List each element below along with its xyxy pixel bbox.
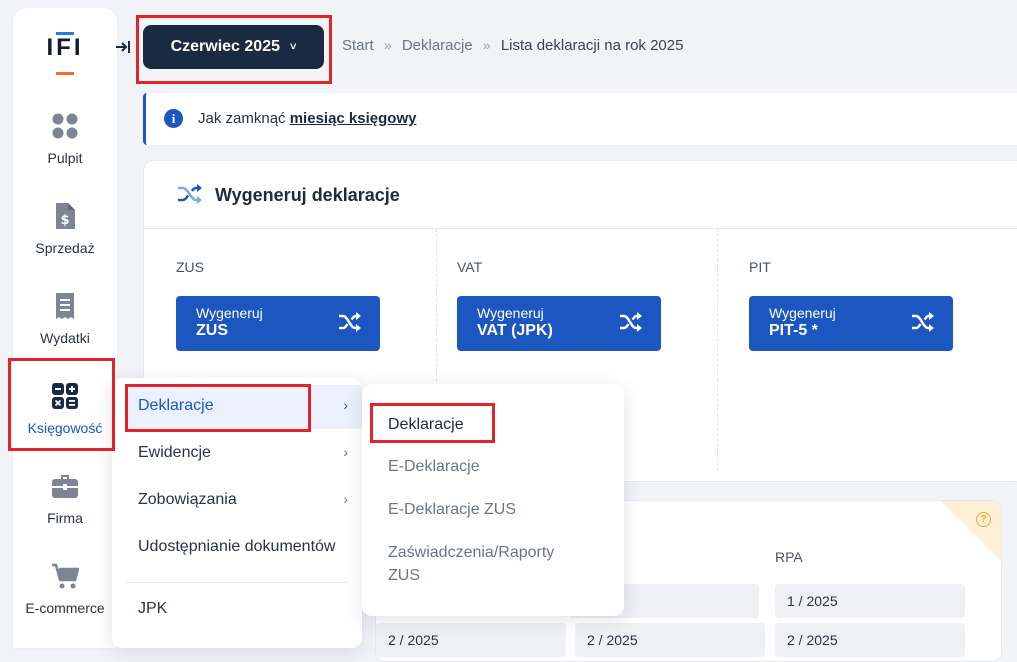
info-link[interactable]: miesiąc księgowy [290,110,417,127]
table-cell[interactable]: 2 / 2025 [775,623,965,657]
menu-item-label: Ewidencje [138,444,211,461]
chevron-right-icon: › [343,444,348,460]
sidebar-item-label: Księgowość [27,420,103,436]
accounting-menu: Deklaracje › Ewidencje › Zobowiązania › … [112,378,362,648]
submenu-item-e-deklaracje[interactable]: E-Deklaracje [388,455,480,478]
menu-divider [126,582,348,583]
sidebar-item-label: E-commerce [25,600,105,616]
column-caption: PIT [749,259,771,275]
breadcrumb-current: Lista deklaracji na rok 2025 [500,37,684,54]
shuffle-icon [178,184,202,204]
button-line1: Wygeneruj [477,305,544,321]
sidebar-item-label: Wydatki [40,330,90,346]
submenu-item-deklaracje[interactable]: Deklaracje [388,413,464,436]
sidebar-item-wydatki[interactable]: Wydatki [13,292,117,376]
period-selector-button[interactable]: Czerwiec 2025 ˅ [143,25,324,69]
breadcrumb-start[interactable]: Start [342,37,374,54]
help-icon[interactable]: ? [976,512,991,527]
column-header-rpa: RPA [775,549,803,565]
sidebar-item-label: Pulpit [47,150,83,166]
sidebar-item-label: Sprzedaż [35,240,95,256]
shuffle-icon [339,312,361,332]
menu-item-label: JPK [138,600,168,617]
submenu-item-zaswiadczenia-zus[interactable]: ZUS [388,564,420,587]
column-caption: ZUS [176,259,204,275]
briefcase-icon [52,475,78,498]
info-icon: i [164,109,183,128]
breadcrumb-separator-icon: » [482,37,491,53]
info-banner: i Jak zamknąć miesiąc księgowy [143,93,1017,145]
menu-item-zobowiazania[interactable]: Zobowiązania › [126,479,362,523]
generate-vat-button[interactable]: Wygeneruj VAT (JPK) [457,296,661,351]
generate-pit-button[interactable]: Wygeneruj PIT-5 * [749,296,953,351]
menu-item-label: Zobowiązania [138,491,237,508]
breadcrumb-separator-icon: » [383,37,392,53]
sidebar-item-sprzedaz[interactable]: $ Sprzedaż [13,202,117,286]
breadcrumb-declarations[interactable]: Deklaracje [402,37,473,54]
declarations-submenu: Deklaracje E-Deklaracje E-Deklaracje ZUS… [362,384,624,616]
invoice-dollar-icon: $ [56,203,75,229]
logo[interactable]: IFI [13,32,117,75]
table-cell[interactable]: 2 / 2025 [575,623,765,657]
button-line2: PIT-5 * [769,322,818,339]
shuffle-icon [620,312,642,332]
chevron-down-icon: ˅ [289,41,297,53]
table-cell[interactable]: 1 / 2025 [775,584,965,618]
menu-item-label: Udostępnianie dokumentów [138,538,336,555]
button-line2: ZUS [196,322,228,339]
column-caption: VAT [457,259,483,275]
logo-bars [56,32,74,75]
pit-column: PIT Wygeneruj PIT-5 * [717,229,1009,471]
button-line1: Wygeneruj [769,305,836,321]
period-label: Czerwiec 2025 [170,38,280,55]
corner-decoration [941,501,1001,561]
menu-item-udostepnianie[interactable]: Udostępnianie dokumentów [126,526,362,570]
card-header: Wygeneruj deklaracje [144,161,1017,229]
dashboard-icon [52,113,78,139]
chevron-right-icon: › [343,491,348,507]
cart-icon [52,563,79,589]
shuffle-icon [912,312,934,332]
button-line2: VAT (JPK) [477,322,553,339]
menu-item-jpk[interactable]: JPK [126,588,362,632]
card-title: Wygeneruj deklaracje [215,185,400,205]
receipt-icon [56,293,74,319]
sidebar-item-ksiegowosc[interactable]: Księgowość [13,382,117,466]
submenu-item-zaswiadczenia[interactable]: Zaświadczenia/Raporty [388,541,554,564]
info-prefix: Jak zamknąć [198,110,286,127]
sidebar-item-label: Firma [47,510,83,526]
info-text: Jak zamknąć miesiąc księgowy [198,110,416,127]
menu-item-deklaracje[interactable]: Deklaracje › [126,385,362,429]
table-cell[interactable]: 2 / 2025 [376,623,566,657]
svg-text:$: $ [60,213,69,228]
menu-item-label: Deklaracje [138,397,214,414]
sidebar: IFI Pulpit $ Sprzedaż Wydatki Księgowość… [13,8,117,648]
breadcrumb: Start » Deklaracje » Lista deklaracji na… [342,37,683,54]
button-line1: Wygeneruj [196,305,263,321]
sidebar-item-firma[interactable]: Firma [13,472,117,556]
chevron-right-icon: › [343,397,348,413]
submenu-item-e-deklaracje-zus[interactable]: E-Deklaracje ZUS [388,498,516,521]
expand-sidebar-icon[interactable] [114,38,132,56]
generate-zus-button[interactable]: Wygeneruj ZUS [176,296,380,351]
menu-item-ewidencje[interactable]: Ewidencje › [126,432,362,476]
sidebar-item-ecommerce[interactable]: E-commerce [13,562,117,646]
sidebar-item-pulpit[interactable]: Pulpit [13,112,117,196]
calculator-icon [52,383,78,409]
